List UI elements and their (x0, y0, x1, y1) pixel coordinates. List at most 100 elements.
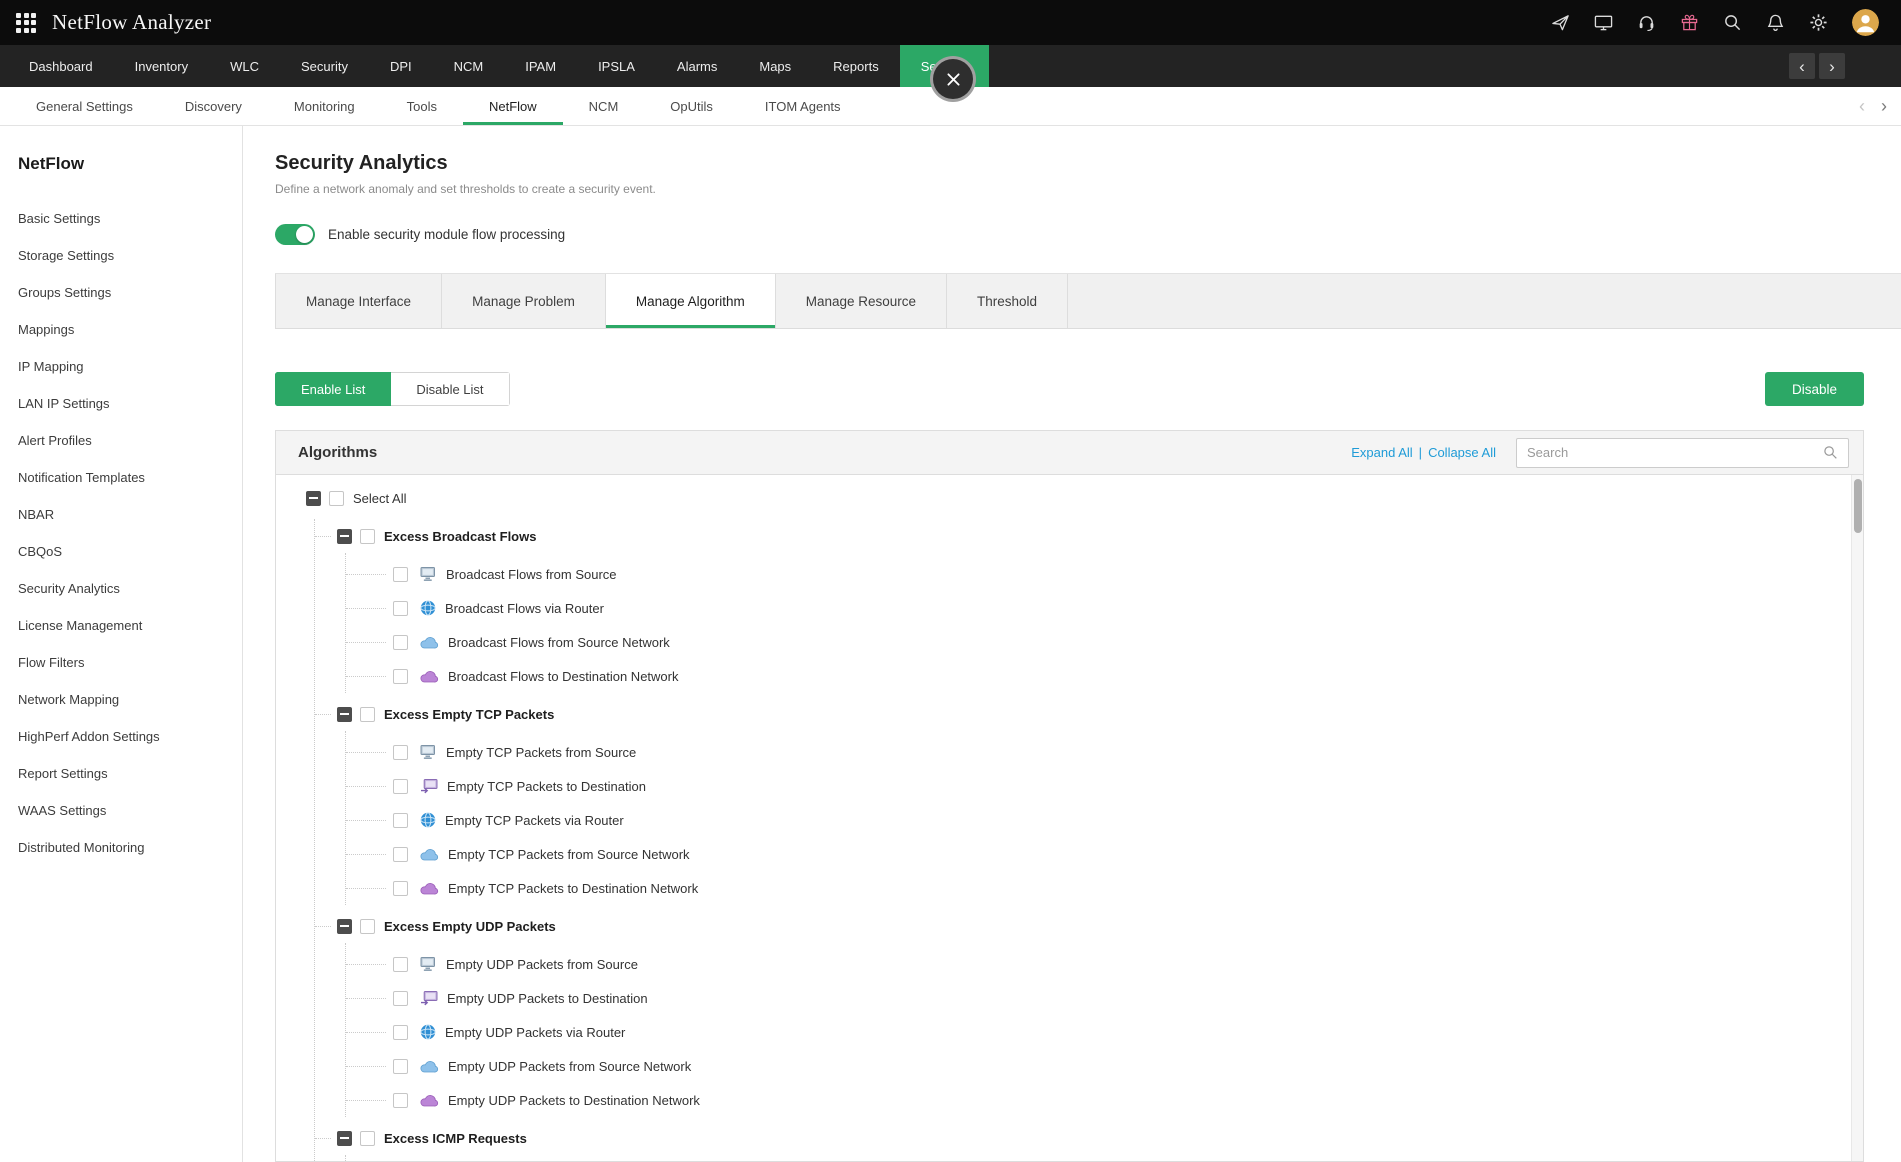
sidebar-item-ip-mapping[interactable]: IP Mapping (18, 348, 242, 385)
algorithm-checkbox[interactable] (393, 778, 408, 794)
main-nav-item-reports[interactable]: Reports (812, 45, 900, 87)
algorithm-checkbox[interactable] (393, 1092, 408, 1108)
main-nav-item-dpi[interactable]: DPI (369, 45, 433, 87)
algorithm-row[interactable]: Broadcast Flows to Destination Network (346, 659, 1839, 693)
algorithm-row[interactable]: Empty UDP Packets from Source (346, 947, 1839, 981)
select-all-checkbox[interactable] (329, 490, 344, 506)
main-nav-item-inventory[interactable]: Inventory (114, 45, 209, 87)
algorithm-row[interactable]: Empty UDP Packets to Destination Network (346, 1083, 1839, 1117)
sub-nav-item-monitoring[interactable]: Monitoring (268, 87, 381, 125)
nav-scroll-right-icon[interactable]: › (1819, 53, 1845, 79)
algorithm-search-input[interactable] (1527, 445, 1823, 460)
sidebar-item-highperf-addon-settings[interactable]: HighPerf Addon Settings (18, 718, 242, 755)
sidebar-item-lan-ip-settings[interactable]: LAN IP Settings (18, 385, 242, 422)
algorithm-checkbox[interactable] (393, 600, 408, 616)
main-nav-item-ncm[interactable]: NCM (433, 45, 505, 87)
sidebar-item-flow-filters[interactable]: Flow Filters (18, 644, 242, 681)
algorithm-group-row-excess-icmp-requests[interactable]: Excess ICMP Requests (315, 1121, 1839, 1155)
sidebar-item-report-settings[interactable]: Report Settings (18, 755, 242, 792)
sub-nav-item-general-settings[interactable]: General Settings (10, 87, 159, 125)
expand-all-link[interactable]: Expand All (1351, 445, 1412, 460)
algorithm-row[interactable]: Empty TCP Packets from Source (346, 735, 1839, 769)
nav-scroll-left-icon[interactable]: ‹ (1789, 53, 1815, 79)
group-checkbox[interactable] (360, 528, 375, 544)
algorithm-row[interactable]: Empty UDP Packets to Destination (346, 981, 1839, 1015)
algorithm-checkbox[interactable] (393, 634, 408, 650)
support-headset-icon[interactable] (1637, 13, 1656, 32)
algorithm-row[interactable]: Broadcast Flows from Source Network (346, 625, 1839, 659)
algorithm-group-row-excess-empty-tcp-packets[interactable]: Excess Empty TCP Packets (315, 697, 1839, 731)
subnav-scroll-right-icon[interactable]: › (1881, 96, 1887, 117)
sidebar-item-license-management[interactable]: License Management (18, 607, 242, 644)
algorithm-row[interactable]: Empty UDP Packets from Source Network (346, 1049, 1839, 1083)
main-nav-item-security[interactable]: Security (280, 45, 369, 87)
sidebar-item-cbqos[interactable]: CBQoS (18, 533, 242, 570)
apps-menu-icon[interactable] (16, 12, 36, 33)
user-avatar[interactable] (1852, 9, 1879, 36)
group-tristate-checkbox[interactable] (337, 528, 352, 544)
collapse-all-link[interactable]: Collapse All (1428, 445, 1496, 460)
algorithm-checkbox[interactable] (393, 668, 408, 684)
algorithm-row[interactable]: Broadcast Flows from Source (346, 557, 1839, 591)
group-checkbox[interactable] (360, 706, 375, 722)
algorithm-group-row-excess-empty-udp-packets[interactable]: Excess Empty UDP Packets (315, 909, 1839, 943)
algorithm-row[interactable]: Empty TCP Packets to Destination Network (346, 871, 1839, 905)
algorithm-row[interactable]: Empty TCP Packets via Router (346, 803, 1839, 837)
tab-manage-algorithm[interactable]: Manage Algorithm (605, 274, 776, 328)
sidebar-item-alert-profiles[interactable]: Alert Profiles (18, 422, 242, 459)
enable-list-button[interactable]: Enable List (275, 372, 392, 406)
sidebar-item-mappings[interactable]: Mappings (18, 311, 242, 348)
notifications-bell-icon[interactable] (1766, 13, 1785, 32)
group-tristate-checkbox[interactable] (337, 706, 352, 722)
algorithm-group-row-excess-broadcast-flows[interactable]: Excess Broadcast Flows (315, 519, 1839, 553)
sidebar-item-notification-templates[interactable]: Notification Templates (18, 459, 242, 496)
algorithm-checkbox[interactable] (393, 846, 408, 862)
tree-scrollbar[interactable] (1851, 475, 1863, 1161)
gift-icon[interactable] (1680, 13, 1699, 32)
paper-plane-icon[interactable] (1551, 13, 1570, 32)
sub-nav-item-itom-agents[interactable]: ITOM Agents (739, 87, 867, 125)
search-icon[interactable] (1723, 13, 1742, 32)
algorithm-checkbox[interactable] (393, 1058, 408, 1074)
algorithm-checkbox[interactable] (393, 880, 408, 896)
search-box-icon[interactable] (1823, 445, 1838, 460)
close-overlay-button[interactable] (930, 56, 976, 102)
tab-manage-problem[interactable]: Manage Problem (442, 274, 606, 328)
algorithm-row[interactable]: Empty TCP Packets from Source Network (346, 837, 1839, 871)
main-nav-item-ipam[interactable]: IPAM (504, 45, 577, 87)
algorithm-row[interactable]: Empty TCP Packets to Destination (346, 769, 1839, 803)
sub-nav-item-oputils[interactable]: OpUtils (644, 87, 739, 125)
algorithm-checkbox[interactable] (393, 812, 408, 828)
tab-threshold[interactable]: Threshold (947, 274, 1069, 328)
sidebar-item-groups-settings[interactable]: Groups Settings (18, 274, 242, 311)
subnav-scroll-left-icon[interactable]: ‹ (1859, 96, 1865, 117)
main-nav-item-alarms[interactable]: Alarms (656, 45, 738, 87)
disable-button[interactable]: Disable (1764, 372, 1864, 406)
screen-share-icon[interactable] (1594, 13, 1613, 32)
tab-manage-interface[interactable]: Manage Interface (275, 274, 443, 328)
tree-scrollbar-thumb[interactable] (1854, 479, 1862, 533)
sub-nav-item-netflow[interactable]: NetFlow (462, 87, 563, 125)
main-nav-item-wlc[interactable]: WLC (209, 45, 280, 87)
sub-nav-item-tools[interactable]: Tools (381, 87, 463, 125)
algorithm-checkbox[interactable] (393, 956, 408, 972)
sidebar-item-security-analytics[interactable]: Security Analytics (18, 570, 242, 607)
algorithm-row[interactable]: Empty UDP Packets via Router (346, 1015, 1839, 1049)
group-tristate-checkbox[interactable] (337, 918, 352, 934)
sub-nav-item-ncm[interactable]: NCM (563, 87, 645, 125)
select-all-row[interactable]: Select All (306, 481, 1839, 515)
algorithm-checkbox[interactable] (393, 566, 408, 582)
group-checkbox[interactable] (360, 1130, 375, 1146)
main-nav-item-dashboard[interactable]: Dashboard (8, 45, 114, 87)
sidebar-item-basic-settings[interactable]: Basic Settings (18, 200, 242, 237)
sidebar-item-storage-settings[interactable]: Storage Settings (18, 237, 242, 274)
sidebar-item-nbar[interactable]: NBAR (18, 496, 242, 533)
tab-manage-resource[interactable]: Manage Resource (775, 274, 948, 328)
security-module-toggle[interactable] (275, 224, 315, 245)
algorithm-row[interactable]: Broadcast Flows via Router (346, 591, 1839, 625)
algorithm-checkbox[interactable] (393, 990, 408, 1006)
algorithm-checkbox[interactable] (393, 744, 408, 760)
main-nav-item-maps[interactable]: Maps (738, 45, 812, 87)
sub-nav-item-discovery[interactable]: Discovery (159, 87, 268, 125)
disable-list-button[interactable]: Disable List (391, 372, 510, 406)
